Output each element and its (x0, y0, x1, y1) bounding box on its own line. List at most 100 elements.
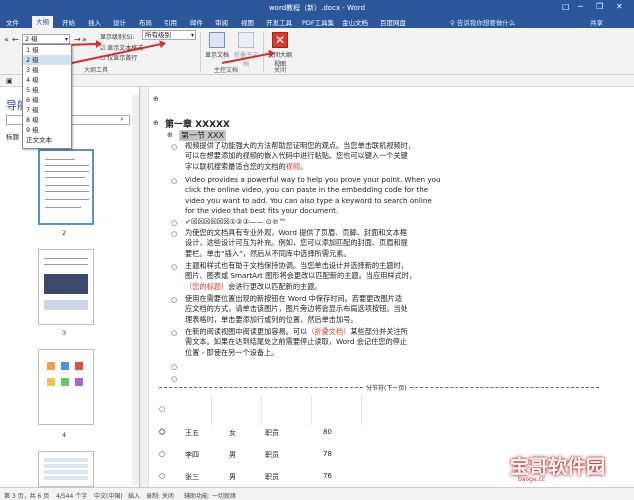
tab-kdocs[interactable]: 金山文档 (342, 17, 368, 27)
paragraph[interactable]: 使用在需要位置出现的新按钮在 Word 中保存时间。若要更改图片适 应文档的方式… (185, 294, 475, 325)
level-option[interactable]: 3 级 (23, 65, 71, 75)
paragraph[interactable]: Video provides a powerful way to help yo… (185, 175, 485, 217)
outline-bullet-icon[interactable]: ○ (171, 375, 177, 383)
table-row[interactable]: ○ 李四 男 职员 78 (159, 443, 459, 467)
page-thumbnail[interactable] (38, 149, 94, 225)
outline-bullet-icon[interactable]: ○ (171, 296, 177, 304)
page-count[interactable]: 第 3 页，共 6 页 (4, 491, 49, 500)
page-number: 2 (62, 229, 67, 237)
paragraph[interactable]: 视频提供了功能强大的方法帮助您证明您的观点。当您单击联机视频时， 可以在想要添加… (185, 141, 475, 172)
accessibility-status[interactable]: 辅助功能: 一切就绪 (184, 491, 236, 500)
text-line: 设计，这些设计可互为补充。例如，您可以添加匹配的封面、页眉和提 (185, 238, 408, 248)
outline-bullet-icon[interactable]: ⊕ (153, 95, 159, 103)
macro-status[interactable]: 录制: 关闭 (146, 491, 174, 500)
save-icon[interactable]: ▣ (6, 77, 13, 85)
table-cell: 王五 (185, 429, 199, 437)
insert-mode[interactable]: 插入 (128, 491, 140, 500)
outline-expand-icon[interactable]: ⊕ (153, 119, 159, 127)
document-icon (209, 32, 225, 48)
word-count[interactable]: 4/544 个字 (56, 491, 87, 500)
watermark: 宝哥软件园 (510, 456, 606, 478)
level-option[interactable]: 正文文本 (23, 135, 71, 145)
level-option[interactable]: 8 级 (23, 115, 71, 125)
paragraph[interactable]: 在新的阅读视图中阅读更加容易。可以（折叠文档）某些部分并关注所 需文本。如果在达… (185, 327, 475, 358)
nav-tab-headings[interactable]: 标题 (6, 131, 19, 141)
text-line: 应文档的方式，请单击该图片，图片旁边将会显示布局选项按钮。当处 (185, 304, 408, 314)
nav-scrollbar[interactable] (132, 95, 139, 485)
outline-level-combo[interactable]: 2 级 ▾ (22, 34, 70, 44)
table-cell: 78 (323, 450, 332, 458)
outline-expand-icon[interactable]: ⊕ (167, 131, 173, 139)
thumb-shape (47, 378, 55, 386)
table-cell: 职员 (265, 473, 279, 481)
tab-outline[interactable]: 大纲 (32, 16, 53, 28)
level-option[interactable]: 7 级 (23, 105, 71, 115)
table-row[interactable]: ○ 王五 女 职员 80 (159, 421, 459, 445)
paragraph[interactable]: 主题和样式也有助于文档保持协调。当您单击设计并选择新的主题时， 图片、图表或 S… (185, 261, 475, 292)
close-window-icon[interactable]: ✕ (616, 2, 623, 11)
page-thumbnail[interactable] (38, 249, 94, 325)
text-line: click the online video, you can paste in… (185, 185, 429, 195)
language[interactable]: 中文(中国) (94, 491, 123, 500)
text-line: video you want to add. You can also type… (185, 195, 432, 205)
outline-bullet-icon[interactable]: ○ (171, 230, 177, 238)
watermark-sub: baoge.cc (518, 476, 546, 483)
tab-mailings[interactable]: 邮件 (190, 17, 203, 27)
level-option[interactable]: 6 级 (23, 95, 71, 105)
share-button[interactable]: 共享 (590, 17, 603, 27)
outline-bullet-icon[interactable]: ○ (171, 363, 177, 371)
outline-bullet-icon[interactable]: ○ (171, 219, 177, 227)
collapse-subdoc-button[interactable]: 折叠子文档 (233, 32, 259, 68)
table-cell: 李四 (185, 451, 199, 459)
maximize-icon[interactable]: ❐ (596, 2, 603, 11)
thumb-line (45, 207, 81, 208)
tab-pdf[interactable]: PDF工具集 (302, 17, 334, 27)
table-row[interactable]: ○ 张三 男 职员 76 (159, 465, 459, 489)
tab-baidu[interactable]: 百度网盘 (380, 17, 406, 27)
search-icon[interactable]: ⌕ (120, 115, 124, 124)
symbols-line[interactable]: ✓☒☒☒☒☒☒①②③—— ⊙℗™ (185, 217, 286, 227)
tab-design[interactable]: 设计 (113, 17, 126, 27)
promote-top-icon[interactable]: « (4, 35, 9, 44)
tab-file[interactable]: 文件 (6, 17, 19, 27)
minimize-icon[interactable]: ─ (578, 2, 583, 11)
page-thumbnail[interactable] (38, 349, 94, 425)
tab-view[interactable]: 视图 (241, 17, 254, 27)
text-line: 需文本。如果在达到结尾处之前需要停止读取，Word 会记住您的停止 (185, 337, 408, 347)
level-option[interactable]: 1 级 (23, 45, 71, 55)
page-number: 3 (62, 329, 67, 337)
level-option-selected[interactable]: 2 级 (23, 55, 71, 65)
ribbon: « ← 2 级 ▾ → » 显示级别(S): 所有级别 ▾ ☑ 显示文本格式 ☐… (0, 28, 634, 75)
thumb-line (45, 191, 89, 192)
heading-2[interactable]: 第一节 XXX (179, 130, 226, 141)
level-option[interactable]: 5 级 (23, 85, 71, 95)
vertical-ruler (141, 87, 149, 487)
table-cell: 职员 (265, 451, 279, 459)
tab-layout[interactable]: 布局 (139, 17, 152, 27)
level-option[interactable]: 9 级 (23, 125, 71, 135)
tell-me-box[interactable]: ♀ 告诉我你想要做什么 (450, 17, 515, 27)
show-document-button[interactable]: 显示文档 (204, 32, 230, 59)
promote-icon[interactable]: ← (12, 35, 19, 44)
heading-1[interactable]: 第一章 XXXXX (165, 117, 230, 130)
outline-bullet-icon[interactable]: ○ (171, 329, 177, 337)
paragraph[interactable]: 为使您的文档具有专业外观，Word 提供了页眉、页脚、封面和文本框 设计，这些设… (185, 228, 475, 259)
thumb-line (45, 185, 89, 186)
tab-insert[interactable]: 插入 (88, 17, 101, 27)
tab-home[interactable]: 开始 (62, 17, 75, 27)
outline-bullet-icon[interactable]: ○ (171, 177, 177, 185)
thumb-shape (61, 362, 69, 370)
tab-developer[interactable]: 开发工具 (266, 17, 292, 27)
outline-bullet-icon[interactable]: ○ (159, 405, 165, 413)
restore-icon[interactable]: □ (562, 2, 570, 11)
outline-bullet-icon[interactable]: ○ (171, 143, 177, 151)
level-option[interactable]: 4 级 (23, 75, 71, 85)
tab-review[interactable]: 审阅 (215, 17, 228, 27)
tab-references[interactable]: 引用 (164, 17, 177, 27)
outline-bullet-icon[interactable]: ○ (171, 263, 177, 271)
highlighted-text: 视频 (285, 161, 301, 171)
show-level-combo[interactable]: 所有级别 ▾ (142, 30, 196, 40)
highlighted-text: （您的标题） (185, 281, 229, 291)
page-thumbnail[interactable] (38, 451, 94, 487)
divider (200, 32, 201, 72)
